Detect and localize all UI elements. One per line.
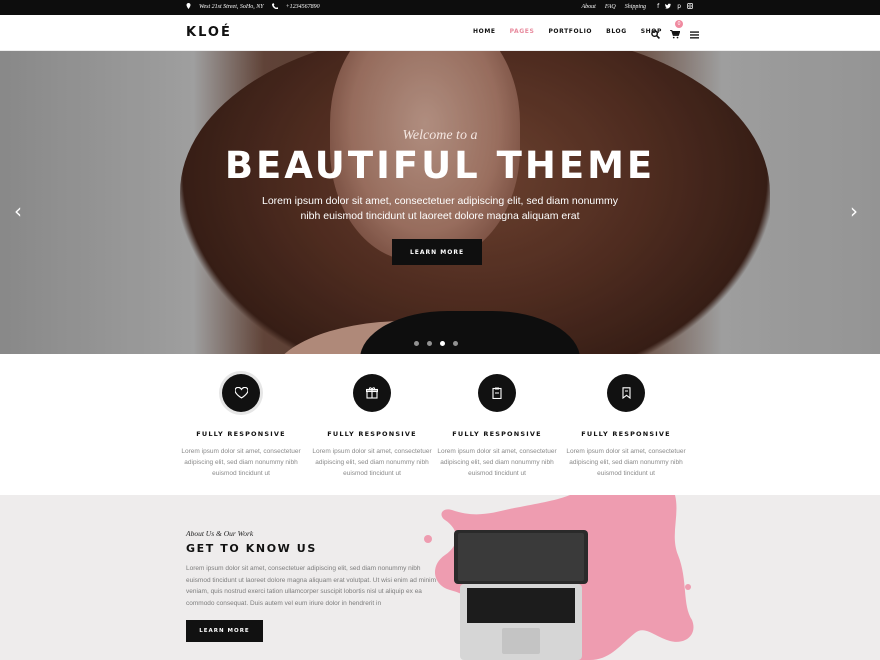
about-section: About Us & Our Work GET TO KNOW US Lorem… [0,495,880,660]
address-text: West 21st Street, SoHo, NY [199,4,264,10]
hero-title: BEAUTIFUL THEME [224,144,656,187]
nav-portfolio[interactable]: PORTFOLIO [548,28,592,35]
feature-item: FULLY RESPONSIVE Lorem ipsum dolor sit a… [181,374,301,479]
slider-dot[interactable] [414,341,419,346]
nav-home[interactable]: HOME [473,28,496,35]
cart-icon [670,26,681,43]
feature-item: FULLY RESPONSIVE Lorem ipsum dolor sit a… [566,374,686,479]
feature-text: Lorem ipsum dolor sit amet, consectetuer… [437,448,557,477]
about-title: GET TO KNOW US [186,542,317,555]
link-shipping[interactable]: Shipping [625,4,646,10]
heart-icon [222,374,260,412]
cart-count-badge: 0 [675,20,683,28]
feature-title: FULLY RESPONSIVE [452,430,542,438]
feature-title: FULLY RESPONSIVE [196,430,286,438]
about-text: Lorem ipsum dolor sit amet, consectetuer… [186,565,437,607]
instagram-icon[interactable] [687,3,693,11]
facebook-icon[interactable]: f [657,3,659,11]
laptop-paint-image [424,495,694,660]
social-links: f p [657,3,693,11]
hero-learn-more-button[interactable]: LEARN MORE [392,239,482,265]
main-nav: HOME PAGES PORTFOLIO BLOG SHOP [473,28,662,35]
prev-slide-arrow-icon[interactable]: ‹ [14,199,22,223]
top-links: About FAQ Shipping f p [581,3,693,11]
link-faq[interactable]: FAQ [605,4,616,10]
location-icon [186,3,191,11]
menu-icon[interactable] [690,26,699,44]
features-section: FULLY RESPONSIVE Lorem ipsum dolor sit a… [0,354,880,495]
contact-info: West 21st Street, SoHo, NY +1234567890 [186,3,320,11]
feature-item: FULLY RESPONSIVE Lorem ipsum dolor sit a… [312,374,432,479]
about-learn-more-button[interactable]: LEARN MORE [186,620,263,642]
feature-title: FULLY RESPONSIVE [327,430,417,438]
phone-icon [271,3,279,11]
pinterest-icon[interactable]: p [677,3,681,11]
slider-dot-active[interactable] [440,341,445,346]
slider-dots [414,341,458,346]
site-logo[interactable]: KLOÉ [186,25,232,40]
feature-title: FULLY RESPONSIVE [581,430,671,438]
cart-button[interactable]: 0 [670,20,683,44]
nav-blog[interactable]: BLOG [606,28,627,35]
hero-subtitle: Lorem ipsum dolor sit amet, consectetuer… [262,195,618,222]
top-bar: West 21st Street, SoHo, NY +1234567890 A… [0,0,880,15]
hero-welcome: Welcome to a [402,128,478,143]
link-about[interactable]: About [581,4,595,10]
phone-text[interactable]: +1234567890 [286,4,320,10]
twitter-icon[interactable] [665,3,672,11]
bookmark-icon [607,374,645,412]
feature-text: Lorem ipsum dolor sit amet, consectetuer… [312,448,432,477]
feature-text: Lorem ipsum dolor sit amet, consectetuer… [566,448,686,477]
gift-icon [353,374,391,412]
clipboard-icon [478,374,516,412]
feature-text: Lorem ipsum dolor sit amet, consectetuer… [181,448,301,477]
about-kicker: About Us & Our Work [186,529,254,538]
next-slide-arrow-icon[interactable]: › [850,199,858,223]
main-header: KLOÉ HOME PAGES PORTFOLIO BLOG SHOP 0 [0,15,880,51]
nav-pages[interactable]: PAGES [510,28,535,35]
slider-dot[interactable] [453,341,458,346]
slider-dot[interactable] [427,341,432,346]
hero-slider: Welcome to a BEAUTIFUL THEME Lorem ipsum… [0,51,880,354]
search-icon[interactable] [651,26,661,44]
header-actions: 0 [651,20,699,44]
feature-item: FULLY RESPONSIVE Lorem ipsum dolor sit a… [437,374,557,479]
